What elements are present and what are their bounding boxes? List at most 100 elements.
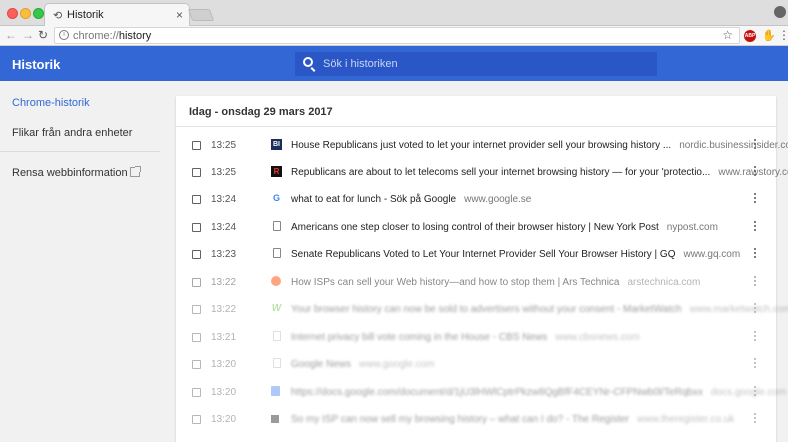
browser-toolbar: ← → ↻ i chrome://history ☆ ABP ✋ ⋮ [0,26,788,46]
row-link[interactable]: Your browser history can now be sold to … [291,304,788,315]
tab-title: Historik [67,9,104,21]
row-link[interactable]: Republicans are about to let telecoms se… [291,167,788,178]
row-time: 13:24 [211,194,237,205]
page-icon [273,221,281,231]
sidebar-divider [0,151,160,152]
browser-menu-icon[interactable]: ⋮ [778,28,788,42]
page-title: Historik [12,57,61,72]
sidebar: Chrome-historik Flikar från andra enhete… [0,81,176,442]
history-row[interactable]: 13:22 W Your browser history can now be … [176,296,788,323]
back-arrow-icon[interactable]: ← [5,28,17,42]
more-actions-icon[interactable] [754,386,757,398]
row-checkbox[interactable] [192,333,201,342]
row-time: 13:20 [211,387,237,398]
history-row[interactable]: 13:20 https://docs.google.com/document/d… [176,379,786,406]
row-time: 13:23 [211,249,237,260]
tab-strip: ⟲ Historik × [0,0,788,26]
reload-icon[interactable]: ↻ [38,28,48,42]
more-actions-icon[interactable] [754,248,757,260]
more-actions-icon[interactable] [754,276,757,288]
row-checkbox[interactable] [192,168,201,177]
page-icon [273,248,281,258]
page-icon [273,358,281,368]
row-time: 13:25 [211,140,237,151]
forward-arrow-icon[interactable]: → [22,28,34,42]
arstechnica-icon [271,276,281,286]
more-actions-icon[interactable] [754,303,757,315]
row-checkbox[interactable] [192,141,201,150]
row-link[interactable]: So my ISP can now sell my browsing histo… [291,414,734,425]
history-header: Historik [0,46,788,81]
row-checkbox[interactable] [192,415,201,424]
more-actions-icon[interactable] [754,193,757,205]
row-time: 13:20 [211,359,237,370]
google-docs-icon [271,386,280,396]
tab-close-icon[interactable]: × [176,8,183,22]
row-link[interactable]: what to eat for lunch - Sök på Google www… [291,194,531,205]
history-row[interactable]: 13:20 So my ISP can now sell my browsing… [176,406,776,433]
info-icon[interactable]: i [59,30,69,40]
row-time: 13:24 [211,222,237,233]
history-row[interactable]: 13:25 BI House Republicans just voted to… [176,132,788,159]
row-checkbox[interactable] [192,223,201,232]
date-heading: Idag - onsdag 29 mars 2017 [189,106,333,118]
history-icon: ⟲ [53,10,63,22]
sidebar-item-chrome-history[interactable]: Chrome-historik [12,97,90,109]
history-row[interactable]: 13:24 Americans one step closer to losin… [176,214,776,241]
more-actions-icon[interactable] [754,358,757,370]
row-checkbox[interactable] [192,388,201,397]
row-time: 13:20 [211,414,237,425]
row-time: 13:22 [211,277,237,288]
history-row[interactable]: 13:20 Google News www.google.com [176,351,776,378]
close-window-button[interactable] [7,8,18,19]
tab-historik[interactable]: ⟲ Historik × [44,3,190,26]
row-link[interactable]: Senate Republicans Voted to Let Your Int… [291,249,740,260]
more-actions-icon[interactable] [754,166,757,178]
google-icon: G [272,193,280,203]
marketwatch-icon: W [271,303,282,314]
maximize-window-button[interactable] [33,8,44,19]
history-card: Idag - onsdag 29 mars 2017 13:25 BI Hous… [176,96,788,442]
history-row[interactable]: 13:24 G what to eat for lunch - Sök på G… [176,186,776,213]
more-actions-icon[interactable] [754,413,757,425]
row-checkbox[interactable] [192,305,201,314]
sidebar-item-clear-browsing-data[interactable]: Rensa webbinformation [12,167,128,179]
search-input[interactable] [323,56,643,72]
rawstory-icon: R [271,166,282,177]
more-actions-icon[interactable] [754,331,757,343]
row-link[interactable]: Google News www.google.com [291,359,435,370]
row-link[interactable]: https://docs.google.com/document/d/1jU3l… [291,387,786,398]
history-row[interactable]: 13:25 R Republicans are about to let tel… [176,159,788,186]
minimize-window-button[interactable] [20,8,31,19]
history-row[interactable]: 13:23 Senate Republicans Voted to Let Yo… [176,241,776,268]
address-bar[interactable]: i chrome://history ☆ [54,27,740,44]
adblock-plus-icon[interactable]: ABP [744,30,756,42]
page-icon [273,331,281,341]
businessinsider-icon: BI [271,139,282,150]
row-time: 13:21 [211,332,237,343]
bookmark-star-icon[interactable]: ☆ [722,28,733,42]
history-row[interactable]: 13:22 How ISPs can sell your Web history… [176,269,776,296]
row-link[interactable]: House Republicans just voted to let your… [291,140,788,151]
row-link[interactable]: Internet privacy bill vote coming in the… [291,332,640,343]
row-link[interactable]: Americans one step closer to losing cont… [291,222,718,233]
more-actions-icon[interactable] [754,139,757,151]
row-checkbox[interactable] [192,278,201,287]
profile-icon[interactable] [774,6,786,18]
search-box[interactable] [295,52,657,76]
history-row[interactable]: 13:21 Internet privacy bill vote coming … [176,324,776,351]
extension-hand-icon[interactable]: ✋ [762,29,776,42]
heading-divider [176,126,776,127]
row-checkbox[interactable] [192,195,201,204]
url-text: chrome://history [73,30,152,42]
row-link[interactable]: How ISPs can sell your Web history—and h… [291,277,700,288]
theregister-icon [271,415,279,423]
row-time: 13:25 [211,167,237,178]
row-time: 13:22 [211,304,237,315]
new-tab-button[interactable] [187,9,215,21]
row-checkbox[interactable] [192,250,201,259]
sidebar-item-other-devices[interactable]: Flikar från andra enheter [12,127,132,139]
more-actions-icon[interactable] [754,221,757,233]
external-link-icon [130,166,141,177]
row-checkbox[interactable] [192,360,201,369]
